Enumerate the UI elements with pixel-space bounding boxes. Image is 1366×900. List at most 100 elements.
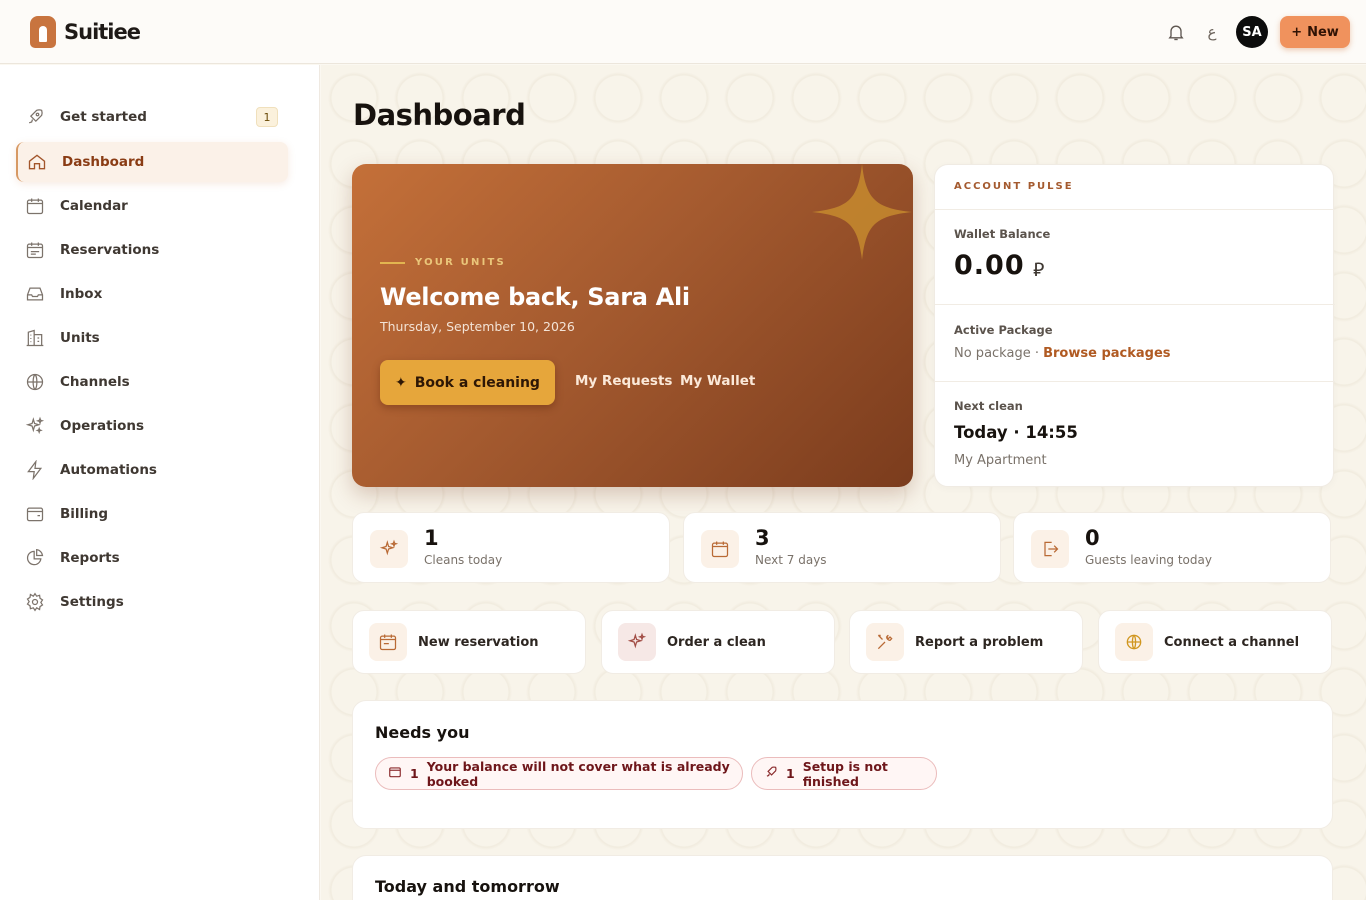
calendar-icon [369,623,407,661]
stat-label: Cleans today [424,553,503,567]
stat-value: 1 [424,526,439,550]
star-decoration-icon [812,164,912,260]
stat-guests-leaving[interactable]: 0 Guests leaving today [1013,512,1331,583]
alert-chip-setup[interactable]: 1 Setup is not finished [751,757,937,790]
divider [935,304,1335,305]
wallet-icon [24,503,46,525]
new-button-label: New [1307,24,1339,40]
logout-icon [1031,530,1069,568]
sparkles-icon [24,415,46,437]
account-pulse-heading: ACCOUNT PULSE [954,181,1074,192]
building-icon [24,327,46,349]
calendar-icon [701,530,739,568]
alert-chip-balance[interactable]: 1 Your balance will not cover what is al… [375,757,743,790]
action-label: New reservation [418,635,539,650]
active-package-value: No package · Browse packages [954,346,1171,361]
sidebar-item-automations[interactable]: Automations [16,450,288,490]
home-icon [26,151,48,173]
lightning-icon [24,459,46,481]
new-reservation-button[interactable]: New reservation [352,610,586,674]
my-requests-link[interactable]: My Requests [575,373,672,389]
sidebar-item-settings[interactable]: Settings [16,582,288,622]
rocket-icon [24,106,46,128]
pie-chart-icon [24,547,46,569]
sidebar-item-label: Settings [60,594,124,610]
page-title: Dashboard [353,98,526,132]
calendar-icon [24,195,46,217]
sidebar-item-inbox[interactable]: Inbox [16,274,288,314]
my-wallet-link[interactable]: My Wallet [680,373,755,389]
wallet-icon [388,764,402,783]
order-clean-button[interactable]: Order a clean [601,610,835,674]
sidebar-item-units[interactable]: Units [16,318,288,358]
currency-symbol: ⃁ [1033,259,1045,281]
language-toggle[interactable]: ع [1200,23,1224,41]
sidebar-item-calendar[interactable]: Calendar [16,186,288,226]
globe-icon [1115,623,1153,661]
hero-eyebrow: YOUR UNITS [380,257,506,268]
tools-icon [866,623,904,661]
sidebar-item-operations[interactable]: Operations [16,406,288,446]
needs-you-card: Needs you 1 Your balance will not cover … [352,700,1333,829]
sidebar-item-dashboard[interactable]: Dashboard [16,142,288,182]
divider [935,381,1335,382]
sparkles-icon [370,530,408,568]
account-pulse-card: ACCOUNT PULSE Wallet Balance 0.00 ⃁ Acti… [934,164,1335,487]
wallet-balance-value: 0.00 [954,250,1025,281]
avatar[interactable]: SA [1236,16,1268,48]
stat-next-7-days[interactable]: 3 Next 7 days [683,512,1001,583]
active-package-label: Active Package [954,323,1053,337]
sidebar: Get started 1 Dashboard Calendar Reserva… [0,65,320,900]
sparkle-icon: ✦ [395,374,407,391]
header-actions: ع SA + New [1164,16,1350,48]
action-label: Report a problem [915,635,1044,650]
eyebrow-rule [380,261,405,264]
next-clean-unit: My Apartment [954,453,1047,468]
hero-eyebrow-label: YOUR UNITS [415,257,506,268]
top-bar: Suitiee ع SA + New [0,0,1366,64]
alert-text: Your balance will not cover what is alre… [426,758,730,789]
stat-value: 0 [1085,526,1100,550]
sidebar-item-label: Reports [60,550,120,566]
sidebar-item-label: Reservations [60,242,160,258]
stat-label: Next 7 days [755,553,827,567]
action-label: Order a clean [667,635,766,650]
connect-channel-button[interactable]: Connect a channel [1098,610,1332,674]
next-clean-label: Next clean [954,399,1023,413]
alert-count: 1 [410,766,419,781]
sidebar-item-get-started[interactable]: Get started 1 [16,97,288,137]
next-clean-time: Today · 14:55 [954,423,1078,442]
welcome-hero-card: YOUR UNITS Welcome back, Sara Ali Thursd… [352,164,913,487]
sidebar-item-label: Inbox [60,286,103,302]
gear-icon [24,591,46,613]
sidebar-item-reports[interactable]: Reports [16,538,288,578]
sidebar-item-reservations[interactable]: Reservations [16,230,288,270]
today-tomorrow-title: Today and tomorrow [375,877,560,896]
needs-you-title: Needs you [375,723,470,742]
app-logo[interactable]: Suitiee [30,16,141,48]
wallet-balance-label: Wallet Balance [954,227,1051,241]
current-date: Thursday, September 10, 2026 [380,319,575,334]
today-tomorrow-card: Today and tomorrow [352,855,1333,900]
app-name: Suitiee [64,20,141,44]
bell-icon[interactable] [1164,20,1188,44]
count-badge: 1 [256,107,278,127]
globe-icon [24,371,46,393]
sidebar-item-label: Operations [60,418,145,434]
alert-count: 1 [786,766,795,781]
sparkles-icon [618,623,656,661]
rocket-icon [764,764,778,783]
sidebar-item-label: Units [60,330,100,346]
report-problem-button[interactable]: Report a problem [849,610,1083,674]
browse-packages-link[interactable]: Browse packages [1043,346,1170,361]
calendar-list-icon [24,239,46,261]
sidebar-item-billing[interactable]: Billing [16,494,288,534]
sidebar-item-channels[interactable]: Channels [16,362,288,402]
book-cleaning-button[interactable]: ✦ Book a cleaning [380,360,555,405]
sidebar-item-label: Channels [60,374,130,390]
stat-cleans-today[interactable]: 1 Cleans today [352,512,670,583]
plus-icon: + [1291,24,1303,40]
sidebar-item-label: Billing [60,506,109,522]
sidebar-item-label: Dashboard [62,154,145,170]
new-button[interactable]: + New [1280,16,1350,48]
